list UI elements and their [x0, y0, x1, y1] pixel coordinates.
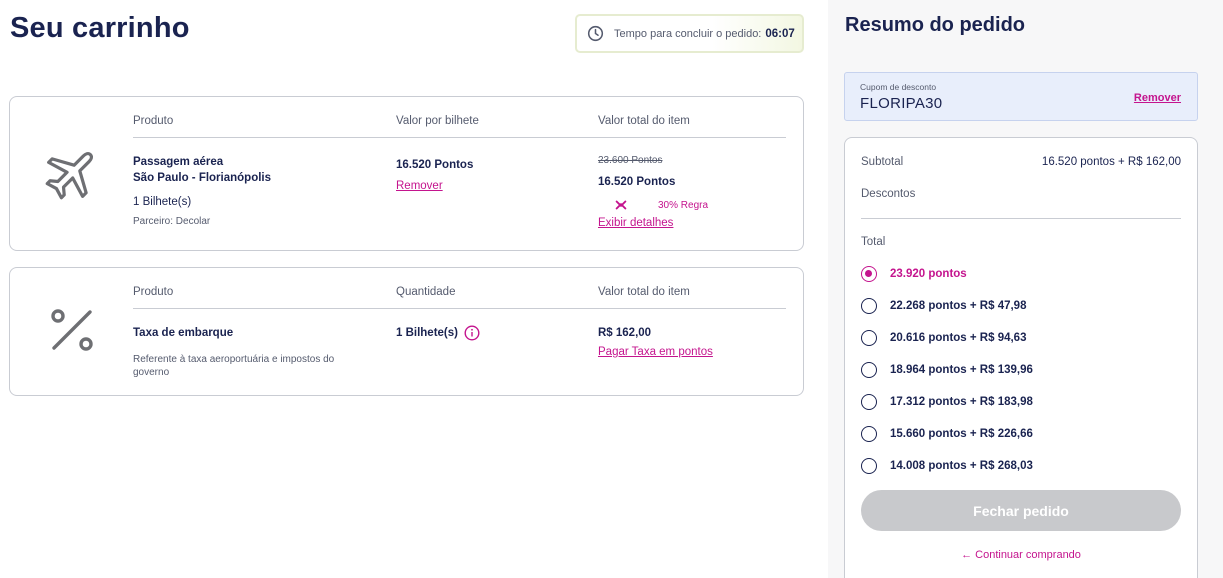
payment-option-label: 15.660 pontos + R$ 226,66 — [890, 428, 1033, 440]
close-order-button[interactable]: Fechar pedido — [861, 490, 1181, 531]
clock-icon — [587, 25, 604, 42]
product-quantity: 1 Bilhete(s) — [133, 196, 192, 208]
puzzle-icon — [615, 200, 627, 210]
discounts-row: Descontos — [861, 188, 1181, 200]
payment-option-5[interactable]: 15.660 pontos + R$ 226,66 — [861, 426, 1033, 442]
payment-option-1[interactable]: 22.268 pontos + R$ 47,98 — [861, 298, 1026, 314]
summary-divider — [861, 218, 1181, 219]
payment-option-0[interactable]: 23.920 pontos — [861, 266, 967, 282]
product-route: São Paulo - Florianópolis — [133, 172, 272, 184]
payment-option-4[interactable]: 17.312 pontos + R$ 183,98 — [861, 394, 1033, 410]
radio[interactable] — [861, 394, 877, 410]
summary-card: Subtotal 16.520 pontos + R$ 162,00 Desco… — [844, 137, 1198, 578]
payment-option-label: 22.268 pontos + R$ 47,98 — [890, 300, 1027, 312]
payment-option-3[interactable]: 18.964 pontos + R$ 139,96 — [861, 362, 1033, 378]
total-row: Total — [861, 236, 1181, 248]
page-title: Seu carrinho — [10, 12, 190, 44]
subtotal-label: Subtotal — [861, 156, 904, 168]
payment-option-label: 23.920 pontos — [890, 268, 967, 280]
cart-main: Seu carrinho Tempo para concluir o pedid… — [0, 0, 828, 578]
rule-tag-label: 30% Regra — [658, 199, 709, 211]
item-total: 16.520 Pontos — [598, 176, 676, 188]
subtotal-value: 16.520 pontos + R$ 162,00 — [1041, 156, 1181, 168]
payment-option-label: 20.616 pontos + R$ 94,63 — [890, 332, 1027, 344]
header-divider — [133, 137, 786, 138]
fee-name: Taxa de embarque — [133, 327, 234, 339]
payment-option-label: 18.964 pontos + R$ 139,96 — [890, 364, 1033, 376]
remove-item-link[interactable]: Remover — [396, 180, 443, 192]
original-total: 23.600 Pontos — [598, 155, 663, 166]
pay-fee-with-points-link[interactable]: Pagar Taxa em pontos — [598, 346, 713, 358]
payment-option-2[interactable]: 20.616 pontos + R$ 94,63 — [861, 330, 1026, 346]
show-details-link[interactable]: Exibir detalhes — [598, 217, 673, 229]
fee-description: Referente à taxa aeroportuária e imposto… — [133, 354, 335, 378]
summary-title: Resumo do pedido — [845, 14, 1025, 36]
unit-value: 16.520 Pontos — [396, 159, 474, 171]
discount-rule-tag: 30% Regra — [614, 198, 708, 212]
timer-label: Tempo para concluir o pedido: — [614, 27, 762, 40]
coupon-code: FLORIPA30 — [860, 95, 943, 112]
payment-option-6[interactable]: 14.008 pontos + R$ 268,03 — [861, 458, 1033, 474]
radio[interactable] — [861, 330, 877, 346]
coupon-label: Cupom de desconto — [860, 82, 937, 92]
info-icon[interactable] — [464, 325, 480, 341]
order-timer: Tempo para concluir o pedido: 06:07 — [575, 14, 804, 53]
col-header-total: Valor total do item — [598, 286, 690, 298]
fee-total: R$ 162,00 — [598, 327, 652, 339]
subtotal-row: Subtotal 16.520 pontos + R$ 162,00 — [861, 156, 1181, 168]
radio-selected[interactable] — [861, 266, 877, 282]
coupon-box: Cupom de desconto FLORIPA30 Remover — [844, 72, 1198, 121]
header-divider — [133, 308, 786, 309]
total-label: Total — [861, 236, 886, 248]
col-header-total: Valor total do item — [598, 115, 690, 127]
timer-value: 06:07 — [765, 27, 795, 40]
fee-quantity: 1 Bilhete(s) — [396, 327, 458, 339]
radio[interactable] — [861, 362, 877, 378]
radio[interactable] — [861, 458, 877, 474]
product-name: Passagem aérea — [133, 156, 224, 168]
col-header-product: Produto — [133, 115, 174, 127]
cart-item-boarding-fee: Produto Quantidade Valor total do item T… — [9, 267, 804, 396]
radio[interactable] — [861, 298, 877, 314]
col-header-quantity: Quantidade — [396, 286, 456, 298]
percent-icon — [51, 309, 93, 351]
order-summary-panel: Resumo do pedido Cupom de desconto FLORI… — [828, 0, 1223, 578]
col-header-unit-value: Valor por bilhete — [396, 115, 479, 127]
cart-item-flight: Produto Valor por bilhete Valor total do… — [9, 96, 804, 251]
payment-option-label: 17.312 pontos + R$ 183,98 — [890, 396, 1033, 408]
airplane-icon — [45, 151, 94, 200]
radio[interactable] — [861, 426, 877, 442]
product-partner: Parceiro: Decolar — [133, 216, 211, 227]
payment-option-label: 14.008 pontos + R$ 268,03 — [890, 460, 1033, 472]
remove-coupon-link[interactable]: Remover — [1134, 92, 1181, 104]
continue-shopping-link[interactable]: ← Continuar comprando — [845, 549, 1197, 561]
discounts-label: Descontos — [861, 188, 916, 200]
col-header-product: Produto — [133, 286, 174, 298]
